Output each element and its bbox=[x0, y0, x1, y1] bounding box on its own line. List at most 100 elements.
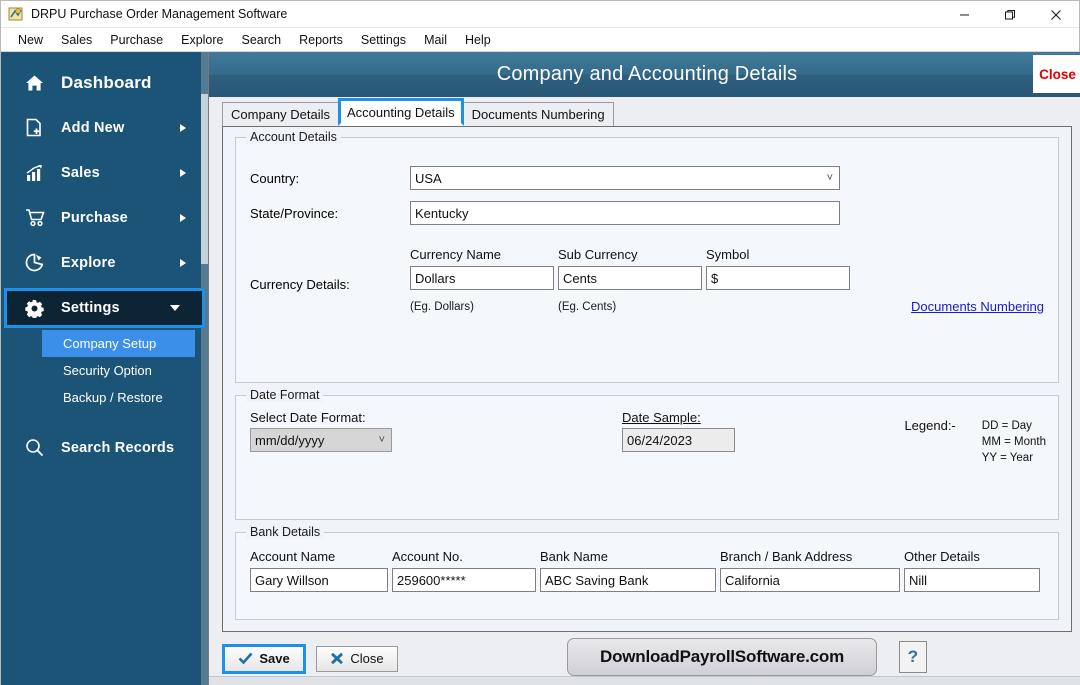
help-button[interactable]: ? bbox=[899, 641, 927, 673]
account-details-group-title: Account Details bbox=[246, 130, 341, 144]
x-icon bbox=[330, 652, 344, 665]
bar-chart-icon bbox=[25, 164, 51, 182]
sidebar-item-label: Search Records bbox=[61, 439, 175, 456]
currency-name-input[interactable]: Dollars bbox=[410, 266, 554, 290]
account-name-input[interactable]: Gary Willson bbox=[250, 568, 388, 592]
application-window: DRPU Purchase Order Management Software … bbox=[0, 0, 1080, 685]
sidebar-item-label: Purchase bbox=[61, 209, 128, 226]
gear-icon bbox=[25, 299, 51, 318]
legend-item-year: YY = Year bbox=[981, 452, 1034, 464]
sidebar: Dashboard Add New Sales Purchase Explore… bbox=[1, 52, 208, 685]
sidebar-item-label: Add New bbox=[61, 119, 125, 136]
chevron-right-icon bbox=[180, 123, 186, 132]
window-controls bbox=[941, 1, 1079, 28]
header-close-button[interactable]: Close bbox=[1033, 55, 1080, 93]
bank-col-branch-address: Branch / Bank Address bbox=[720, 549, 853, 564]
bank-name-input[interactable]: ABC Saving Bank bbox=[540, 568, 716, 592]
sidebar-item-search-records[interactable]: Search Records bbox=[1, 425, 208, 470]
tab-strip: Company Details Accounting Details Docum… bbox=[209, 97, 1080, 126]
legend-items: DD = Day MM = Month YY = Year bbox=[982, 418, 1046, 466]
sidebar-item-backup-restore[interactable]: Backup / Restore bbox=[1, 384, 208, 411]
menu-item-settings[interactable]: Settings bbox=[352, 30, 415, 50]
chevron-right-icon bbox=[180, 258, 186, 267]
tab-accounting-details[interactable]: Accounting Details bbox=[338, 98, 464, 126]
branch-address-input[interactable]: California bbox=[720, 568, 900, 592]
sidebar-subitem-label: Company Setup bbox=[63, 336, 157, 351]
chevron-down-icon: ˅ bbox=[826, 172, 833, 184]
sidebar-item-security-option[interactable]: Security Option bbox=[1, 357, 208, 384]
sidebar-item-company-setup[interactable]: Company Setup bbox=[42, 330, 195, 357]
bank-col-bank-name: Bank Name bbox=[540, 549, 608, 564]
menu-item-purchase[interactable]: Purchase bbox=[101, 30, 172, 50]
sub-currency-hint: (Eg. Cents) bbox=[558, 301, 617, 313]
tab-panel-accounting-details: Account Details Country: USA ˅ State/Pro… bbox=[222, 126, 1072, 632]
menu-item-mail[interactable]: Mail bbox=[415, 30, 456, 50]
chevron-down-icon bbox=[170, 305, 180, 311]
state-input[interactable]: Kentucky bbox=[410, 201, 840, 225]
bank-col-account-name: Account Name bbox=[250, 549, 336, 564]
bank-col-account-no: Account No. bbox=[392, 549, 463, 564]
close-icon[interactable] bbox=[1033, 1, 1079, 28]
sidebar-item-sales[interactable]: Sales bbox=[1, 150, 208, 195]
date-sample-value: 06/24/2023 bbox=[622, 428, 735, 452]
menu-item-sales[interactable]: Sales bbox=[52, 30, 101, 50]
check-icon bbox=[238, 652, 253, 665]
minimize-icon[interactable] bbox=[941, 1, 987, 28]
watermark-banner: DownloadPayrollSoftware.com bbox=[567, 638, 877, 676]
save-button[interactable]: Save bbox=[222, 643, 306, 674]
select-date-format-label: Select Date Format: bbox=[250, 410, 366, 425]
chevron-down-icon: ˅ bbox=[378, 434, 385, 446]
menu-item-reports[interactable]: Reports bbox=[290, 30, 352, 50]
chevron-right-icon bbox=[180, 168, 186, 177]
sub-currency-header: Sub Currency bbox=[558, 247, 638, 262]
documents-numbering-link[interactable]: Documents Numbering bbox=[911, 299, 1044, 314]
page-title: Company and Accounting Details bbox=[496, 63, 798, 85]
app-logo-icon bbox=[7, 5, 25, 23]
tab-company-details[interactable]: Company Details bbox=[222, 102, 339, 126]
menu-item-explore[interactable]: Explore bbox=[172, 30, 232, 50]
currency-hints-row: (Eg. Dollars) (Eg. Cents) Documents Numb… bbox=[410, 298, 1044, 316]
sidebar-item-explore[interactable]: Explore bbox=[1, 240, 208, 285]
sidebar-item-add-new[interactable]: Add New bbox=[1, 105, 208, 150]
close-button[interactable]: Close bbox=[316, 645, 398, 672]
sidebar-item-purchase[interactable]: Purchase bbox=[1, 195, 208, 240]
window-title: DRPU Purchase Order Management Software bbox=[31, 7, 288, 21]
body-container: Dashboard Add New Sales Purchase Explore… bbox=[1, 52, 1080, 685]
bank-column-headers: Account Name Account No. Bank Name Branc… bbox=[250, 549, 1044, 564]
country-row: Country: USA ˅ bbox=[250, 166, 1044, 190]
sub-currency-input[interactable]: Cents bbox=[558, 266, 702, 290]
symbol-input[interactable]: $ bbox=[706, 266, 850, 290]
sidebar-item-settings[interactable]: Settings bbox=[4, 288, 205, 328]
menu-bar: New Sales Purchase Explore Search Report… bbox=[1, 28, 1079, 52]
title-bar: DRPU Purchase Order Management Software bbox=[1, 1, 1079, 28]
date-format-select[interactable]: mm/dd/yyyy ˅ bbox=[250, 428, 392, 452]
bank-details-group-title: Bank Details bbox=[246, 525, 325, 539]
currency-label: Currency Details: bbox=[250, 277, 350, 292]
menu-item-help[interactable]: Help bbox=[456, 30, 500, 50]
sidebar-item-label: Dashboard bbox=[61, 72, 152, 92]
status-bar bbox=[209, 676, 1080, 685]
other-details-input[interactable]: Nill bbox=[904, 568, 1040, 592]
bank-input-row: Gary Willson 259600***** ABC Saving Bank… bbox=[250, 568, 1044, 592]
sidebar-submenu: Company Setup Security Option Backup / R… bbox=[1, 328, 208, 411]
sidebar-item-label: Sales bbox=[61, 164, 100, 181]
tab-documents-numbering[interactable]: Documents Numbering bbox=[462, 102, 614, 126]
menu-item-search[interactable]: Search bbox=[233, 30, 291, 50]
home-icon bbox=[25, 74, 51, 92]
date-format-group: Date Format Select Date Format: mm/dd/yy… bbox=[235, 388, 1059, 520]
legend-block: Legend:- DD = Day MM = Month YY = Year bbox=[904, 418, 1046, 466]
date-sample-label: Date Sample: bbox=[622, 410, 701, 425]
sidebar-item-label: Settings bbox=[61, 300, 120, 316]
currency-inputs: Dollars Cents $ bbox=[410, 266, 1044, 290]
country-select[interactable]: USA ˅ bbox=[410, 166, 840, 190]
save-button-label: Save bbox=[259, 651, 290, 666]
account-no-input[interactable]: 259600***** bbox=[392, 568, 536, 592]
date-format-select-value: mm/dd/yyyy bbox=[255, 432, 325, 448]
menu-item-new[interactable]: New bbox=[9, 30, 52, 50]
country-select-value: USA bbox=[415, 170, 442, 186]
sidebar-item-dashboard[interactable]: Dashboard bbox=[1, 60, 208, 105]
bank-details-group: Bank Details Account Name Account No. Ba… bbox=[235, 525, 1059, 620]
currency-headers: Currency Name Sub Currency Symbol bbox=[410, 247, 1044, 262]
bank-col-other-details: Other Details bbox=[904, 549, 980, 564]
maximize-icon[interactable] bbox=[987, 1, 1033, 28]
